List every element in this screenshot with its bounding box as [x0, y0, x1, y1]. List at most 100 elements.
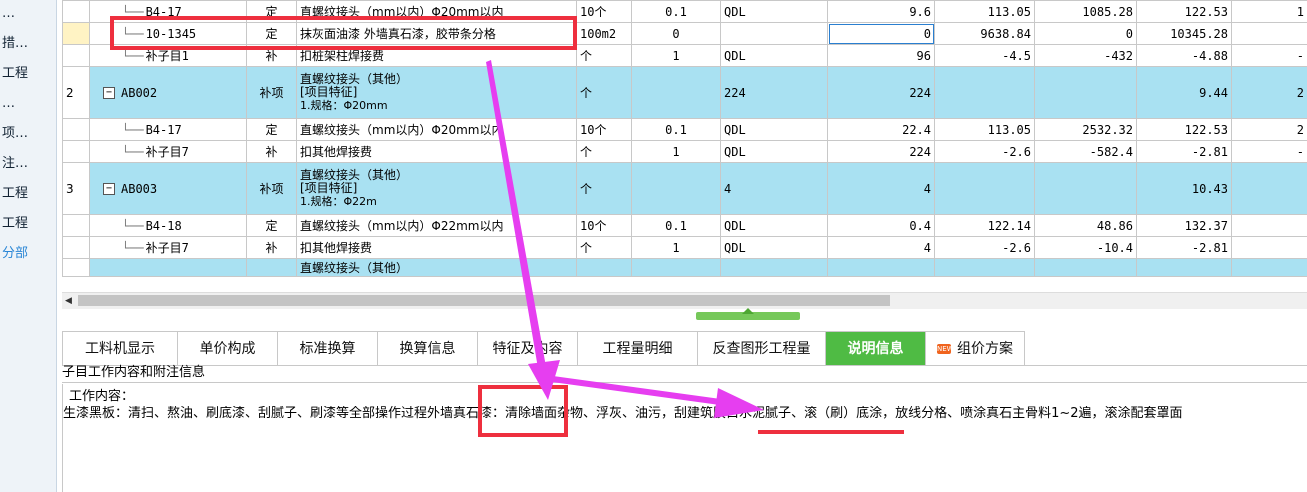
cell-c2[interactable]: - [1231, 140, 1307, 163]
tab[interactable]: 换算信息 [377, 331, 477, 365]
cell-c2[interactable] [1231, 258, 1307, 277]
left-nav-item[interactable]: 分部 [2, 244, 56, 264]
left-nav-item[interactable]: 项… [2, 124, 56, 144]
cell-total[interactable] [1034, 162, 1137, 215]
cell-price[interactable] [934, 66, 1035, 119]
cell-price[interactable]: 9638.84 [934, 22, 1035, 45]
table-row[interactable]: └── 10-1345 定抹灰面油漆 外墙真石漆，胶带条分格 100m2 0 0 9638.… [62, 22, 1307, 45]
cell-total[interactable]: 2532.32 [1034, 118, 1137, 141]
left-nav-item[interactable]: 工程 [2, 184, 56, 204]
cell-qty[interactable] [827, 258, 935, 277]
cell-c2[interactable]: - [1231, 44, 1307, 67]
cell-price[interactable]: 113.05 [934, 118, 1035, 141]
cell-expr[interactable]: 4 [720, 162, 828, 215]
tab[interactable]: 特征及内容 [477, 331, 577, 365]
cell-c1[interactable]: -2.81 [1136, 236, 1232, 259]
cell-type[interactable]: 补 [246, 140, 297, 163]
cell-c1[interactable]: 10345.28 [1136, 22, 1232, 45]
collapse-up-icon[interactable] [742, 308, 754, 314]
cell-type[interactable]: 定 [246, 0, 297, 23]
cell-code[interactable]: └── B4-18 [89, 214, 247, 237]
tab[interactable]: 单价构成 [177, 331, 277, 365]
cell-c1[interactable]: 122.53 [1136, 118, 1232, 141]
cell-name[interactable]: 直螺纹接头（其他） [项目特征] 1.规格：Φ20mm [296, 66, 577, 119]
cell-name[interactable]: 扣桩架柱焊接费 [296, 44, 577, 67]
cell-name[interactable]: 直螺纹接头（其他） [296, 258, 577, 277]
cell-type[interactable]: 补 [246, 236, 297, 259]
cell-code[interactable]: └── 补子目7 [89, 140, 247, 163]
tab[interactable]: NEW 组价方案 [925, 331, 1025, 365]
cell-coef[interactable]: 1 [631, 44, 721, 67]
table-row[interactable]: └── 补子目1 补扣桩架柱焊接费个 1 QDL 96 -4.5 -432 -4.88- [62, 44, 1307, 67]
cell-code[interactable]: └── B4-17 [89, 118, 247, 141]
cell-expr[interactable]: 224 [720, 66, 828, 119]
scroll-left-icon[interactable]: ◀ [65, 296, 72, 306]
cell-price[interactable]: 113.05 [934, 0, 1035, 23]
cell-qty[interactable]: 0.4 [827, 214, 935, 237]
cell-unit[interactable]: 10个 [576, 118, 632, 141]
cell-qty[interactable]: 9.6 [827, 0, 935, 23]
cell-c1[interactable]: 9.44 [1136, 66, 1232, 119]
tab[interactable]: 反查图形工程量 [697, 331, 825, 365]
cell-no[interactable] [62, 140, 90, 163]
cell-coef[interactable]: 1 [631, 236, 721, 259]
cell-c2[interactable]: 2 [1231, 118, 1307, 141]
table-row[interactable]: 直螺纹接头（其他） [62, 258, 1307, 277]
cell-total[interactable] [1034, 258, 1137, 277]
cell-expr[interactable] [720, 22, 828, 45]
left-nav-item[interactable]: 工程 [2, 214, 56, 234]
cell-c2[interactable] [1231, 22, 1307, 45]
cell-type[interactable]: 定 [246, 118, 297, 141]
cell-c1[interactable]: 122.53 [1136, 0, 1232, 23]
tab[interactable]: 工程量明细 [577, 331, 697, 365]
table-row[interactable]: └── 补子目7 补扣其他焊接费个 1 QDL 4 -2.6 -10.4 -2.81 [62, 236, 1307, 259]
cell-price[interactable] [934, 258, 1035, 277]
cell-no[interactable] [62, 258, 90, 277]
cell-unit[interactable]: 个 [576, 162, 632, 215]
tab[interactable]: 标准换算 [277, 331, 377, 365]
cell-coef[interactable] [631, 162, 721, 215]
cell-expr[interactable]: QDL [720, 118, 828, 141]
table-row[interactable]: └── B4-17 定直螺纹接头（mm以内）Φ20mm以内 10个 0.1 QDL 22.4… [62, 118, 1307, 141]
cell-unit[interactable]: 个 [576, 236, 632, 259]
cell-name[interactable]: 抹灰面油漆 外墙真石漆，胶带条分格 [296, 22, 577, 45]
cell-price[interactable]: 122.14 [934, 214, 1035, 237]
table-row[interactable]: 3− AB003 补项 直螺纹接头（其他） [项目特征] 1.规格：Φ22m 个 4 4 10.4… [62, 162, 1307, 215]
cell-coef[interactable]: 0.1 [631, 0, 721, 23]
cell-expr[interactable] [720, 258, 828, 277]
cell-no[interactable] [62, 44, 90, 67]
cell-code[interactable]: − AB003 [89, 162, 247, 215]
table-row[interactable]: 2− AB002 补项 直螺纹接头（其他） [项目特征] 1.规格：Φ20mm 个 224 22… [62, 66, 1307, 119]
collapse-icon[interactable]: − [103, 183, 115, 195]
cell-unit[interactable]: 100m2 [576, 22, 632, 45]
cell-qty[interactable]: 224 [827, 140, 935, 163]
cell-type[interactable]: 定 [246, 22, 297, 45]
cell-qty[interactable]: 224 [827, 66, 935, 119]
cell-no[interactable] [62, 214, 90, 237]
cell-name[interactable]: 直螺纹接头（mm以内）Φ22mm以内 [296, 214, 577, 237]
cell-unit[interactable]: 个 [576, 140, 632, 163]
table-row[interactable]: └── 补子目7 补扣其他焊接费个 1 QDL 224 -2.6 -582.4 -2.81- [62, 140, 1307, 163]
cell-type[interactable] [246, 258, 297, 277]
tab[interactable]: 工料机显示 [62, 331, 177, 365]
cell-coef[interactable]: 0.1 [631, 214, 721, 237]
cell-type[interactable]: 定 [246, 214, 297, 237]
cell-code[interactable]: └── B4-17 [89, 0, 247, 23]
cell-price[interactable]: -2.6 [934, 236, 1035, 259]
table-row[interactable]: └── B4-17 定直螺纹接头（mm以内）Φ20mm以内 10个 0.1 QDL 9.6 1… [62, 0, 1307, 23]
cell-c1[interactable]: -4.88 [1136, 44, 1232, 67]
cell-c1[interactable]: 132.37 [1136, 214, 1232, 237]
cell-total[interactable]: -582.4 [1034, 140, 1137, 163]
cell-type[interactable]: 补项 [246, 162, 297, 215]
cell-type[interactable]: 补项 [246, 66, 297, 119]
left-nav-item[interactable]: … [2, 94, 56, 114]
left-nav-item[interactable]: 措… [2, 34, 56, 54]
cell-no[interactable]: 3 [62, 162, 90, 215]
cell-coef[interactable]: 0 [631, 22, 721, 45]
cell-price[interactable]: -4.5 [934, 44, 1035, 67]
collapse-icon[interactable]: − [103, 87, 115, 99]
cell-name[interactable]: 扣其他焊接费 [296, 236, 577, 259]
cell-qty[interactable]: 96 [827, 44, 935, 67]
cell-type[interactable]: 补 [246, 44, 297, 67]
cell-qty[interactable]: 0 [827, 22, 935, 45]
